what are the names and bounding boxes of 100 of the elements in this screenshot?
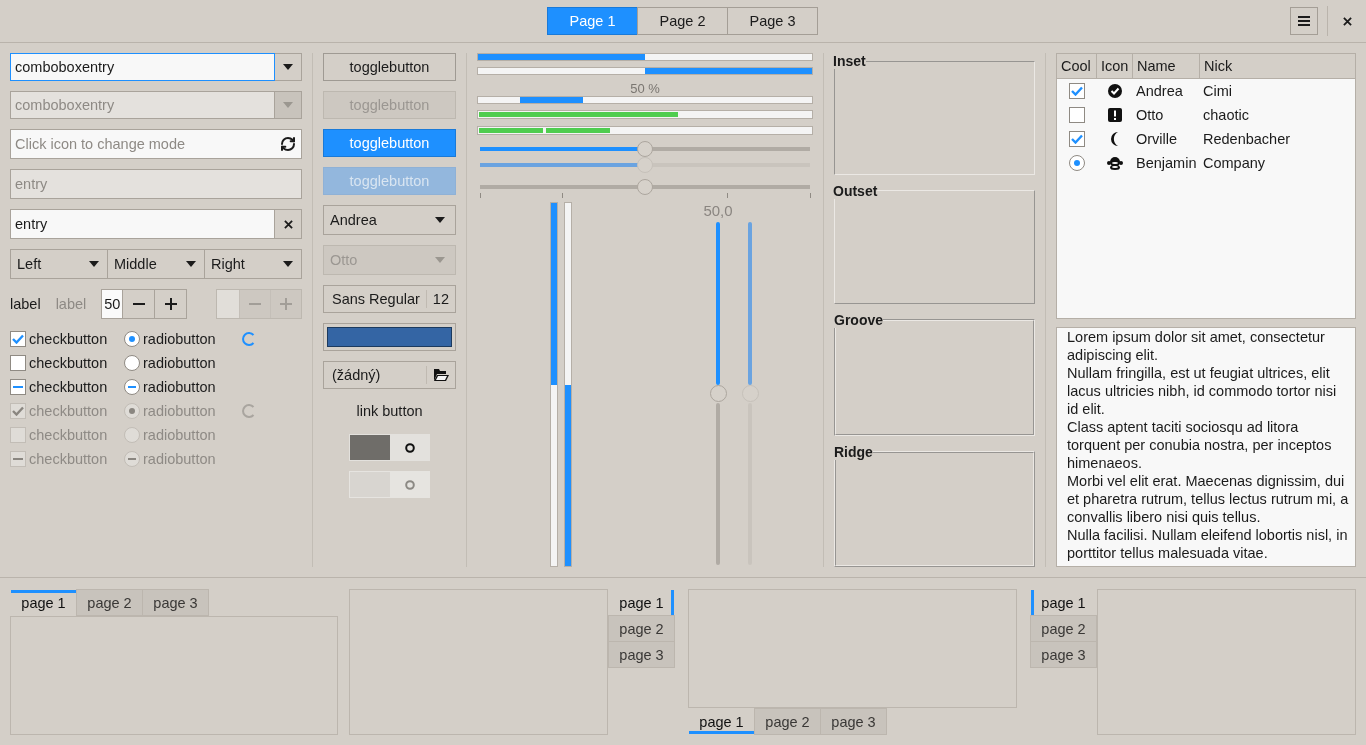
check-icon [12, 334, 24, 344]
table-cell-text: Benjamin [1135, 155, 1198, 171]
switch-off-icon [404, 479, 415, 490]
label: label [10, 296, 41, 312]
spin-button[interactable]: 50 [101, 289, 188, 319]
tab[interactable]: page 3 [1030, 641, 1097, 668]
menu-button[interactable] [1290, 7, 1318, 35]
caret-icon [435, 217, 445, 223]
checkbox-label: checkbutton [29, 403, 108, 419]
clear-button[interactable] [275, 209, 302, 239]
table-cell-text: chaotic [1202, 107, 1250, 123]
slider-track[interactable] [716, 402, 720, 565]
exclamation-icon [1108, 108, 1122, 122]
combo-box[interactable]: Right [204, 249, 302, 279]
radio-button[interactable] [124, 379, 140, 395]
column-header[interactable]: Icon [1097, 54, 1133, 78]
tab[interactable]: page 3 [820, 708, 887, 735]
check-icon [1071, 86, 1083, 96]
tab[interactable]: page 2 [608, 615, 675, 642]
frame-label: Groove [834, 312, 883, 328]
dot-icon [1074, 160, 1080, 166]
paragraph: Nullam fringilla, est ut feugiat ultrices, elit lacus ultricies nibh, id commodo tortor nisi id elit. [1067, 364, 1338, 418]
animal-head-icon [1107, 156, 1123, 170]
column-header[interactable]: Nick [1200, 54, 1355, 78]
checkbox[interactable] [1069, 83, 1085, 99]
combo-box[interactable]: Middle [107, 249, 205, 279]
frame-label: Inset [833, 53, 866, 69]
dash-icon [128, 458, 136, 460]
table-cell-text: Cimi [1202, 83, 1233, 99]
radio-label: radiobutton [143, 427, 216, 443]
paragraph: Morbi vel elit erat. Maecenas dignissim, dui et pharetra rutrum, tellus lectus rutrum mi, a convallis libero nisi quis tellus. [1067, 472, 1349, 526]
radio-label: radiobutton [143, 451, 216, 467]
table-cell-text: Company [1202, 155, 1267, 171]
text-view[interactable] [1056, 327, 1356, 567]
text-field[interactable]: Click icon to change mode [10, 129, 302, 159]
radio-label: radiobutton [143, 403, 216, 419]
checkbox[interactable] [1069, 107, 1085, 123]
radio-label: radiobutton [143, 331, 216, 347]
tab[interactable]: page 1 [10, 589, 77, 616]
page-switcher-button[interactable]: Page 2 [637, 7, 728, 35]
combo-box[interactable]: Left [10, 249, 108, 279]
column-header[interactable]: Cool [1057, 54, 1097, 78]
switch-knob[interactable] [350, 435, 390, 460]
radio-button[interactable] [124, 355, 140, 371]
caret-icon [283, 64, 293, 70]
combo-box[interactable]: Andrea [323, 205, 456, 235]
dot-icon [129, 336, 135, 342]
folder-icon [433, 368, 449, 382]
checkbox[interactable] [10, 355, 26, 371]
checkbox-label: checkbutton [29, 355, 108, 371]
check-icon [12, 406, 24, 416]
paragraph: Class aptent taciti sociosqu ad litora torquent per conubia nostra, per inceptos himenaeos. [1067, 418, 1333, 472]
minus-icon [249, 303, 261, 305]
radio-button[interactable] [1069, 155, 1085, 171]
font-button[interactable]: Sans Regular 12 [323, 285, 456, 313]
menu-icon [1298, 16, 1310, 26]
file-chooser-button[interactable]: (žádný) [323, 361, 456, 389]
close-icon [283, 219, 293, 229]
radio-label: radiobutton [143, 379, 216, 395]
tab[interactable]: page 1 [688, 708, 755, 735]
checkbox-label: checkbutton [29, 379, 108, 395]
tab[interactable]: page 3 [608, 641, 675, 668]
tab[interactable]: page 2 [76, 589, 143, 616]
caret-icon [435, 257, 445, 263]
font-name: Sans Regular [331, 290, 421, 309]
plus-icon [280, 298, 292, 310]
combo-entry-field[interactable]: comboboxentry [10, 53, 275, 81]
dash-icon [13, 458, 23, 460]
tab[interactable]: page 2 [1030, 615, 1097, 642]
checkbox[interactable] [10, 331, 26, 347]
spin-field[interactable]: 50 [102, 290, 123, 318]
file-name: (žádný) [331, 366, 382, 385]
checkbox-label: checkbutton [29, 451, 108, 467]
switch[interactable] [349, 434, 430, 461]
slider-handle[interactable] [637, 179, 653, 195]
text-field[interactable]: entry [10, 209, 275, 239]
table-cell-text: Otto [1135, 107, 1165, 123]
caret-icon [283, 261, 293, 267]
table-cell-text: Redenbacher [1202, 131, 1292, 147]
tab[interactable]: page 1 [608, 589, 675, 616]
table-cell-text: Orville [1135, 131, 1179, 147]
link[interactable]: link button [356, 403, 423, 419]
page-switcher-button[interactable]: Page 3 [727, 7, 818, 35]
slider-handle[interactable] [709, 385, 727, 402]
dot-icon [129, 408, 135, 414]
refresh-icon[interactable] [280, 136, 296, 152]
dash-icon [13, 386, 23, 388]
checkbox[interactable] [1069, 131, 1085, 147]
dropdown-button[interactable] [275, 53, 302, 81]
tab[interactable]: page 1 [1030, 589, 1097, 616]
toggle-button[interactable]: togglebutton [323, 53, 456, 81]
label: label [55, 296, 87, 312]
checkbox-label: checkbutton [29, 427, 108, 443]
tab[interactable]: page 2 [754, 708, 821, 735]
tab[interactable]: page 3 [142, 589, 209, 616]
column-header[interactable]: Name [1133, 54, 1200, 78]
radio-button[interactable] [124, 331, 140, 347]
checkbox[interactable] [10, 379, 26, 395]
frame-label: Ridge [834, 443, 873, 460]
slider-handle[interactable] [637, 141, 653, 157]
